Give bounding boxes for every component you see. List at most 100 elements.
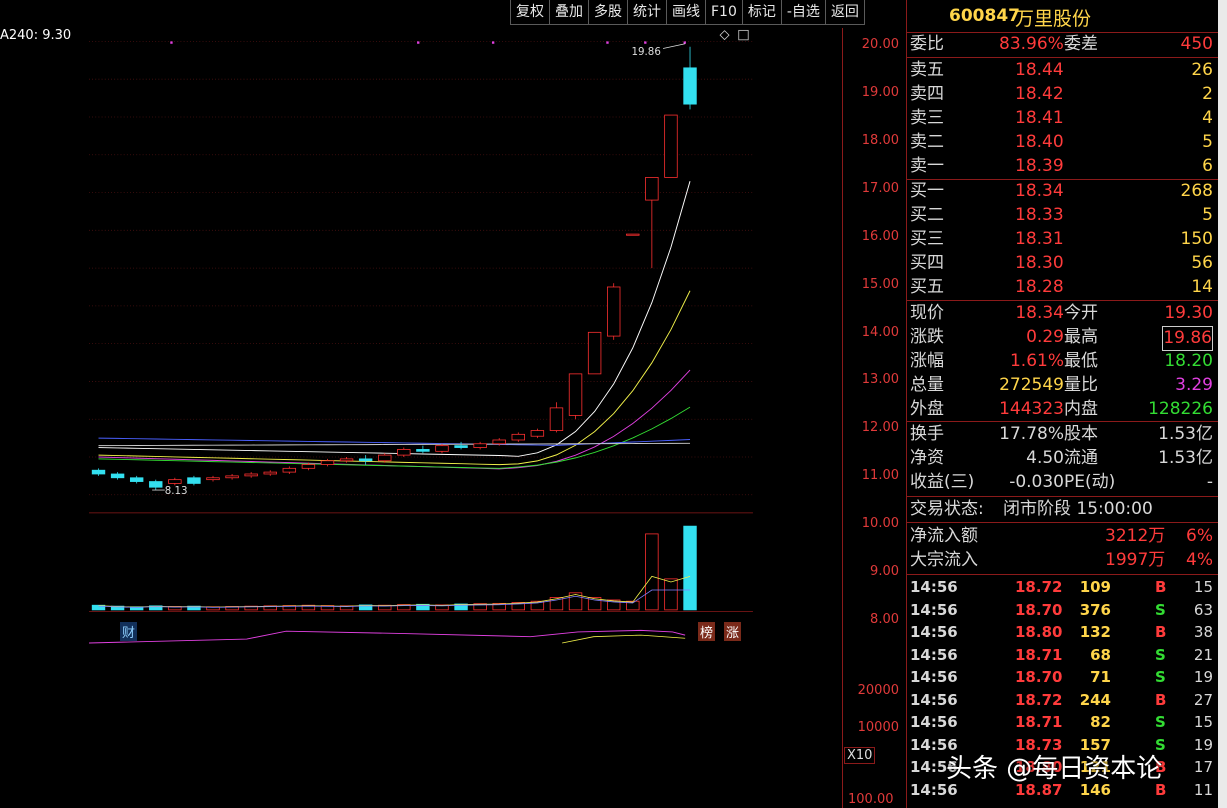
volume-axis: 20000 10000 X10	[842, 643, 905, 768]
candle[interactable]	[568, 373, 583, 420]
bids-label: 买五	[910, 277, 944, 297]
candle[interactable]	[358, 455, 373, 465]
quote-panel: 600847 万里股份 委比 83.96% 委差 450 卖五 18.44 26 卖四…	[906, 0, 1219, 808]
candle[interactable]	[91, 468, 106, 476]
candle[interactable]	[454, 441, 468, 450]
candle[interactable]	[530, 428, 545, 439]
tick-count: 21	[1193, 645, 1213, 664]
volume-tick: 20000	[857, 683, 899, 698]
event-marker[interactable]	[683, 41, 686, 44]
asks-price: 18.40	[1015, 132, 1064, 152]
candle[interactable]	[606, 283, 621, 340]
toolbar-back-button[interactable]: 返回	[824, 0, 865, 25]
candle[interactable]	[263, 470, 277, 476]
tag-bang[interactable]: 榜	[698, 622, 716, 641]
event-marker[interactable]	[644, 41, 647, 44]
stat-value: 1.61%	[1009, 351, 1064, 371]
stat-value: 272549	[999, 375, 1064, 395]
toolbar-f10-button[interactable]: F10	[705, 0, 743, 25]
weicha-label: 委差	[1064, 34, 1098, 54]
flow-pct: 6%	[1186, 526, 1213, 546]
candle[interactable]	[416, 445, 430, 454]
trade-status-row: 交易状态: 闭市阶段 15:00:00	[907, 498, 1217, 521]
bids-price: 18.28	[1015, 277, 1064, 297]
tick-volume: 376	[1079, 600, 1111, 619]
price-tick: 14.00	[861, 324, 899, 340]
tick-volume: 244	[1079, 690, 1111, 709]
candle[interactable]	[187, 475, 201, 486]
ma240-line	[98, 442, 691, 447]
stock-name: 万里股份	[1015, 8, 1092, 30]
toolbar-fuquan-button[interactable]: 复权	[510, 0, 550, 25]
event-marker[interactable]	[417, 41, 420, 44]
candle[interactable]	[282, 466, 297, 474]
tick-time: 14:56	[910, 690, 958, 709]
toolbar-mark-button[interactable]: 标记	[741, 0, 782, 25]
trade-status-value: 闭市阶段 15:00:00	[1003, 499, 1153, 519]
candle[interactable]	[435, 443, 449, 454]
fund-value: -	[1206, 472, 1213, 492]
candle[interactable]	[587, 331, 602, 375]
price-tick: 18.00	[861, 132, 899, 148]
toolbar-overlay-button[interactable]: 叠加	[549, 0, 589, 25]
toolbar-stats-button[interactable]: 统计	[627, 0, 667, 25]
chart-toolbar: 复权 叠加 多股 统计 画线 F10 标记 -自选 返回	[510, 0, 865, 26]
candle[interactable]	[129, 475, 144, 484]
asks-label: 卖三	[910, 108, 944, 128]
tick-volume: 82	[1090, 713, 1111, 731]
tick-side: B	[1155, 623, 1167, 641]
weicha-value: 450	[1180, 34, 1213, 54]
candle[interactable]	[149, 479, 163, 490]
stat-label: 最高	[1064, 327, 1098, 347]
price-tick: 19.00	[861, 84, 899, 100]
candle[interactable]	[110, 472, 125, 480]
volume-bar[interactable]	[683, 525, 697, 611]
diamond-icon[interactable]	[719, 30, 730, 41]
candle[interactable]	[549, 402, 564, 433]
tick-count: 38	[1193, 623, 1213, 641]
flow-value: 3212万	[1105, 526, 1166, 546]
candle[interactable]	[473, 441, 487, 450]
tag-zhang[interactable]: 涨	[724, 622, 742, 641]
candle[interactable]	[664, 114, 678, 178]
tick-side: S	[1155, 645, 1166, 664]
candle[interactable]	[645, 177, 659, 269]
tick-count: 63	[1193, 600, 1213, 619]
stat-value: 144323	[999, 399, 1064, 419]
candle[interactable]	[397, 447, 411, 457]
watermark: 头条 @每日资本论	[946, 754, 1163, 784]
fund-value: 17.78%	[999, 424, 1064, 444]
fund-value: -0.030	[1009, 472, 1064, 492]
tick-volume: 68	[1090, 645, 1111, 664]
toolbar-multi-stock-button[interactable]: 多股	[588, 0, 628, 25]
tag-cai[interactable]: 财	[120, 622, 138, 641]
volume-bar[interactable]	[645, 533, 659, 611]
candle[interactable]	[339, 456, 354, 463]
tick-time: 14:56	[910, 668, 958, 686]
toolbar-draw-line-button[interactable]: 画线	[666, 0, 706, 25]
candle[interactable]	[168, 477, 182, 486]
event-marker[interactable]	[170, 41, 173, 44]
toolbar-watchlist-button[interactable]: -自选	[780, 0, 826, 25]
event-marker[interactable]	[491, 41, 495, 44]
stat-value: 19.86	[1162, 326, 1213, 351]
asks-row: 卖二 18.40 5	[907, 131, 1217, 154]
candle[interactable]	[626, 233, 640, 236]
panel-toggle-icon[interactable]	[738, 29, 749, 41]
candle[interactable]	[206, 475, 220, 482]
candle[interactable]	[378, 453, 392, 463]
candle[interactable]	[225, 473, 239, 480]
candlestick-chart[interactable]: 19.86 8.13	[0, 28, 842, 644]
candle[interactable]	[511, 432, 525, 442]
event-marker[interactable]	[606, 41, 609, 44]
right-scrollbar[interactable]	[1218, 0, 1227, 808]
price-tick: 16.00	[861, 228, 899, 244]
price-tick: 13.00	[861, 372, 899, 388]
candle[interactable]	[683, 46, 697, 110]
tick-price: 18.70	[1015, 668, 1063, 686]
ma10-line	[98, 290, 691, 466]
volume-bar[interactable]	[664, 578, 678, 611]
bids-volume: 5	[1202, 205, 1213, 225]
candle[interactable]	[244, 472, 258, 478]
tick-volume: 132	[1079, 623, 1111, 641]
